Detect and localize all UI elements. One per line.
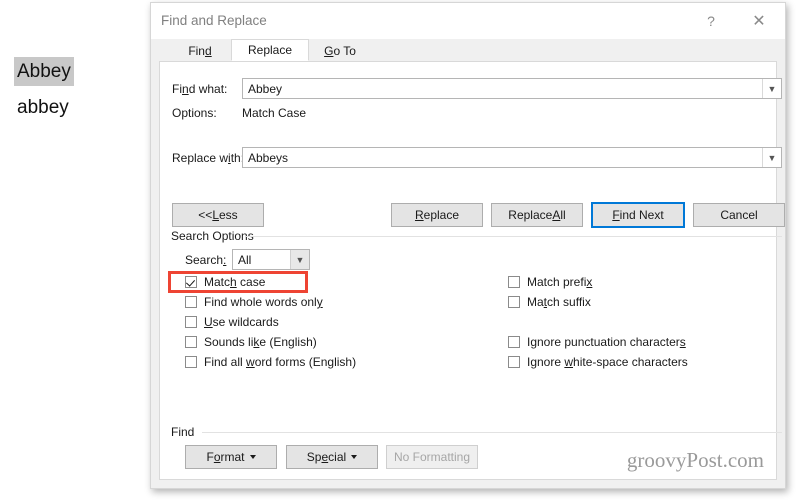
find-all-word-forms-label: Find all word forms (English): [204, 355, 357, 369]
options-label: Options:: [172, 106, 217, 120]
ignore-white-space-label: Ignore white-space characters: [527, 355, 688, 369]
tab-goto[interactable]: Go To: [309, 39, 371, 61]
search-direction-combobox[interactable]: All ▼: [232, 249, 310, 270]
dialog-body: Find what: Abbey ▼ Options: Match Case R…: [159, 61, 785, 480]
tab-replace[interactable]: Replace: [231, 39, 309, 61]
cancel-button[interactable]: Cancel: [693, 203, 785, 227]
find-and-replace-dialog: Find and Replace ? ✕ Find Replace Go To …: [150, 2, 786, 489]
replace-with-combobox[interactable]: Abbeys ▼: [242, 147, 782, 168]
sounds-like-label: Sounds like (English): [204, 335, 317, 349]
find-whole-words-only-checkbox[interactable]: Find whole words only: [185, 293, 323, 311]
chevron-down-icon[interactable]: ▼: [762, 79, 781, 98]
find-what-input[interactable]: Abbey: [243, 82, 762, 96]
use-wildcards-label: Use wildcards: [204, 315, 279, 329]
checkbox-icon[interactable]: [508, 356, 520, 368]
document-line-selected: Abbey: [14, 57, 74, 86]
find-whole-words-only-label: Find whole words only: [204, 295, 323, 309]
match-suffix-label: Match suffix: [527, 295, 591, 309]
tab-find[interactable]: Find: [169, 39, 231, 61]
ignore-punctuation-checkbox[interactable]: Ignore punctuation characters: [508, 333, 686, 351]
chevron-down-icon[interactable]: ▼: [762, 148, 781, 167]
chevron-down-icon: [351, 455, 358, 459]
search-direction-value[interactable]: All: [233, 253, 290, 267]
document-line: abbey: [17, 97, 69, 118]
checkbox-icon-checked[interactable]: [185, 276, 197, 288]
chevron-down-icon: [249, 455, 256, 459]
help-icon[interactable]: ?: [689, 3, 733, 39]
checkbox-icon[interactable]: [508, 336, 520, 348]
match-suffix-checkbox[interactable]: Match suffix: [508, 293, 591, 311]
find-next-button[interactable]: Find Next: [591, 202, 685, 228]
use-wildcards-checkbox[interactable]: Use wildcards: [185, 313, 279, 331]
find-what-label: Find what:: [172, 82, 228, 96]
replace-button[interactable]: Replace: [391, 203, 483, 227]
dialog-title: Find and Replace: [161, 13, 267, 28]
format-button[interactable]: Fo rmat: [185, 445, 277, 469]
match-prefix-label: Match prefix: [527, 275, 593, 289]
no-formatting-button: No Formatting: [386, 445, 478, 469]
checkbox-icon[interactable]: [185, 296, 197, 308]
find-all-word-forms-checkbox[interactable]: Find all word forms (English): [185, 353, 356, 371]
dialog-titlebar[interactable]: Find and Replace ? ✕: [151, 3, 785, 39]
checkbox-icon[interactable]: [185, 336, 197, 348]
cancel-button-label: Cancel: [720, 208, 758, 222]
search-direction-label: Search:: [185, 253, 227, 267]
find-group-label: Find: [171, 425, 200, 439]
checkbox-icon[interactable]: [185, 316, 197, 328]
watermark: groovyPost.com: [626, 448, 764, 472]
no-formatting-label: No Formatting: [393, 450, 471, 464]
replace-with-input[interactable]: Abbeys: [243, 151, 762, 165]
match-prefix-checkbox[interactable]: Match prefix: [508, 273, 592, 291]
tab-find-label: Find: [188, 43, 212, 58]
ignore-punctuation-label: Ignore punctuation characters: [527, 335, 686, 349]
find-group-divider: [202, 432, 782, 433]
options-value: Match Case: [242, 106, 307, 120]
sounds-like-checkbox[interactable]: Sounds like (English): [185, 333, 317, 351]
tab-replace-label: Replace: [247, 43, 293, 57]
match-case-checkbox[interactable]: Match case: [185, 273, 265, 291]
checkbox-icon[interactable]: [508, 296, 520, 308]
close-icon[interactable]: ✕: [737, 3, 781, 39]
tab-strip: Find Replace Go To: [159, 39, 777, 61]
checkbox-icon[interactable]: [185, 356, 197, 368]
checkbox-icon[interactable]: [508, 276, 520, 288]
less-button[interactable]: << Less: [172, 203, 264, 227]
tab-goto-label: Go To: [324, 43, 356, 58]
replace-with-label: Replace with:: [172, 151, 245, 165]
find-what-combobox[interactable]: Abbey ▼: [242, 78, 782, 99]
special-button[interactable]: Sp e cial: [286, 445, 378, 469]
search-options-divider: [246, 236, 782, 237]
match-case-label: Match case: [204, 275, 266, 289]
replace-all-button[interactable]: Replace All: [491, 203, 583, 227]
chevron-down-icon[interactable]: ▼: [290, 250, 309, 269]
ignore-white-space-checkbox[interactable]: Ignore white-space characters: [508, 353, 688, 371]
